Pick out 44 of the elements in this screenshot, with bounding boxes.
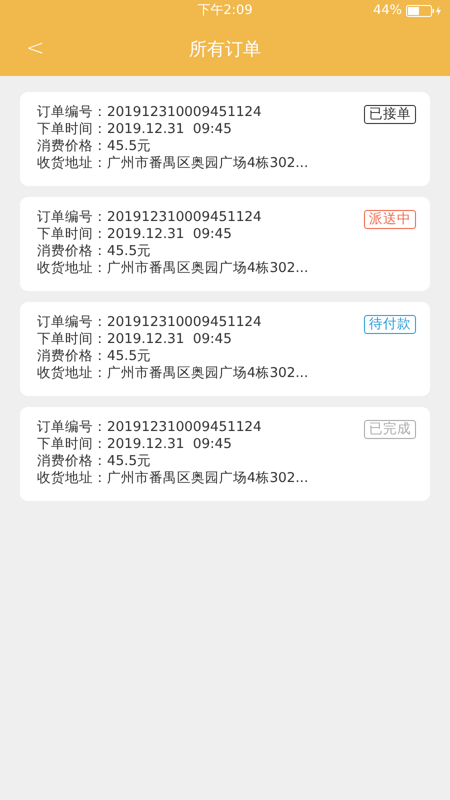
- field-value: 2019.12.31 09:45: [107, 121, 232, 138]
- field-label: 订单编号：: [37, 314, 107, 331]
- field-value: 2019.12.31 09:45: [107, 226, 232, 243]
- field-value: 2019.12.31 09:45: [107, 436, 232, 453]
- field-label: 订单编号：: [37, 104, 107, 121]
- status-time: 下午2:09: [197, 2, 253, 20]
- order-card[interactable]: 订单编号：201912310009451124 下单时间：2019.12.31 09:45 消费价格：45.5元 收货地址：广州市番禺区奥园广场4栋302... 已接单: [20, 92, 430, 186]
- status-badge: 派送中: [364, 210, 416, 229]
- field-label: 下单时间：: [37, 331, 107, 348]
- field-value: 广州市番禺区奥园广场4栋302...: [107, 260, 308, 277]
- field-value: 201912310009451124: [107, 314, 262, 331]
- battery-icon: [406, 5, 442, 17]
- field-label: 收货地址：: [37, 365, 107, 382]
- field-label: 下单时间：: [37, 436, 107, 453]
- field-value: 201912310009451124: [107, 209, 262, 226]
- field-value: 广州市番禺区奥园广场4栋302...: [107, 155, 308, 172]
- field-value: 45.5元: [107, 243, 152, 260]
- field-label: 消费价格：: [37, 348, 107, 365]
- order-card[interactable]: 订单编号：201912310009451124 下单时间：2019.12.31 09:45 消费价格：45.5元 收货地址：广州市番禺区奥园广场4栋302... 派送中: [20, 197, 430, 291]
- field-value: 45.5元: [107, 453, 152, 470]
- battery-percent: 44%: [373, 2, 402, 20]
- field-label: 下单时间：: [37, 121, 107, 138]
- field-label: 收货地址：: [37, 155, 107, 172]
- status-badge: 已完成: [364, 420, 416, 439]
- field-label: 订单编号：: [37, 419, 107, 436]
- field-label: 下单时间：: [37, 226, 107, 243]
- status-badge: 待付款: [364, 315, 416, 334]
- field-label: 消费价格：: [37, 138, 107, 155]
- field-value: 广州市番禺区奥园广场4栋302...: [107, 365, 308, 382]
- field-value: 45.5元: [107, 138, 152, 155]
- field-value: 201912310009451124: [107, 104, 262, 121]
- field-value: 2019.12.31 09:45: [107, 331, 232, 348]
- field-label: 订单编号：: [37, 209, 107, 226]
- field-label: 收货地址：: [37, 260, 107, 277]
- order-card[interactable]: 订单编号：201912310009451124 下单时间：2019.12.31 09:45 消费价格：45.5元 收货地址：广州市番禺区奥园广场4栋302... 已完成: [20, 407, 430, 501]
- field-label: 消费价格：: [37, 243, 107, 260]
- page-title: 所有订单: [189, 38, 261, 62]
- field-value: 201912310009451124: [107, 419, 262, 436]
- field-value: 广州市番禺区奥园广场4栋302...: [107, 470, 308, 487]
- field-label: 消费价格：: [37, 453, 107, 470]
- field-value: 45.5元: [107, 348, 152, 365]
- order-card[interactable]: 订单编号：201912310009451124 下单时间：2019.12.31 09:45 消费价格：45.5元 收货地址：广州市番禺区奥园广场4栋302... 待付款: [20, 302, 430, 396]
- status-badge: 已接单: [364, 105, 416, 124]
- field-label: 收货地址：: [37, 470, 107, 487]
